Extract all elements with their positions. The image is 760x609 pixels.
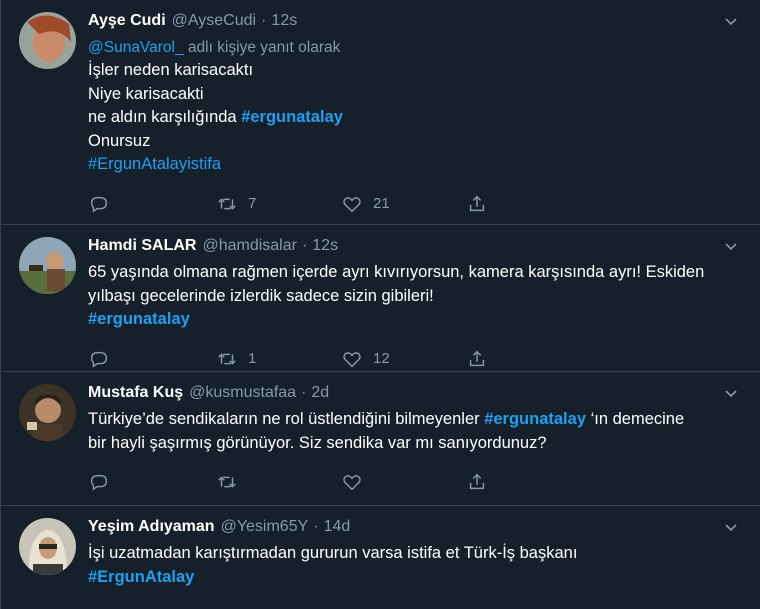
like-count: 21 <box>373 195 390 212</box>
heart-icon <box>343 351 361 367</box>
hashtag-link[interactable]: #ergunatalay <box>241 108 343 126</box>
user-handle[interactable]: @AyseCudi <box>172 12 256 30</box>
tweet-line: bir hayli şaşırmış görünüyor. Siz sendik… <box>88 433 547 452</box>
display-name[interactable]: Hamdi SALAR <box>88 237 196 255</box>
tweet-line-text: ne aldın karşılığında <box>88 108 242 126</box>
separator-dot: · <box>313 518 319 535</box>
tweet-actions: 7 21 <box>88 181 746 227</box>
tweet-text: 65 yaşında olmana rağmen içerde ayrı kıv… <box>88 261 746 332</box>
chevron-down-icon[interactable] <box>724 14 738 28</box>
tweet[interactable]: Mustafa Kuş @kusmustafaa · 2d Türkiye’de… <box>1 372 760 506</box>
tweet-line: Türkiye’de sendikaların ne rol üstlendiğ… <box>88 408 746 432</box>
avatar[interactable] <box>19 384 76 441</box>
chevron-down-icon[interactable] <box>724 520 738 534</box>
tweet[interactable]: Yeşim Adıyaman @Yesim65Y · 14d İşi uzatm… <box>1 506 760 609</box>
tweet-header: Hamdi SALAR @hamdisalar · 12s <box>88 237 746 261</box>
user-handle[interactable]: @hamdisalar <box>202 237 297 255</box>
timestamp[interactable]: 14d <box>324 518 351 536</box>
avatar[interactable] <box>19 237 76 294</box>
tweet[interactable]: Ayşe Cudi @AyseCudi · 12s @SunaVarol_ ad… <box>1 0 760 225</box>
share-button[interactable] <box>466 348 591 370</box>
retweet-button[interactable]: 7 <box>216 193 341 215</box>
tweet-line-text: Türkiye’de sendikaların ne rol üstlendiğ… <box>88 410 485 428</box>
avatar[interactable] <box>19 12 76 69</box>
reply-mention-link[interactable]: @SunaVarol_ <box>88 39 184 56</box>
reply-button[interactable] <box>88 348 216 370</box>
hashtag-link[interactable]: #ErgunAtalayistifa <box>88 155 221 173</box>
like-button[interactable] <box>341 471 466 493</box>
share-icon <box>469 195 485 211</box>
retweet-button[interactable] <box>216 471 341 493</box>
tweet[interactable]: Hamdi SALAR @hamdisalar · 12s 65 yaşında… <box>1 225 760 372</box>
tweet-line: İşler neden karisacaktı <box>88 61 254 79</box>
heart-icon <box>343 475 361 491</box>
tweet-line: İşi uzatmadan karıştırmadan gururun vars… <box>88 544 578 562</box>
reply-button[interactable] <box>88 471 216 493</box>
chevron-down-icon[interactable] <box>724 386 738 400</box>
retweet-icon <box>218 352 236 365</box>
like-button[interactable]: 21 <box>341 193 466 215</box>
separator-dot: · <box>301 237 308 254</box>
like-button[interactable]: 12 <box>341 348 466 370</box>
tweet-header: Yeşim Adıyaman @Yesim65Y · 14d <box>88 518 746 542</box>
timestamp[interactable]: 12s <box>271 12 297 30</box>
tweet-line-text: ‘ın demecine <box>586 410 685 428</box>
display-name[interactable]: Ayşe Cudi <box>88 12 166 30</box>
retweet-count: 1 <box>248 350 257 367</box>
tweet-header: Ayşe Cudi @AyseCudi · 12s <box>88 12 746 36</box>
tweet-feed: Ayşe Cudi @AyseCudi · 12s @SunaVarol_ ad… <box>0 0 760 609</box>
tweet-line: 65 yaşında olmana rağmen içerde ayrı kıv… <box>88 263 705 281</box>
like-count: 12 <box>373 350 390 367</box>
share-icon <box>469 350 485 366</box>
timestamp[interactable]: 2d <box>311 384 329 402</box>
hashtag-link[interactable]: #ErgunAtalay <box>88 568 194 586</box>
timestamp[interactable]: 12s <box>312 237 338 255</box>
share-icon <box>469 473 485 490</box>
hashtag-link[interactable]: #ergunatalay <box>484 410 586 428</box>
tweet-line: Niye karisacakti <box>88 84 204 103</box>
chevron-down-icon[interactable] <box>724 239 738 253</box>
tweet-text: İşi uzatmadan karıştırmadan gururun vars… <box>88 542 746 589</box>
display-name[interactable]: Yeşim Adıyaman <box>88 518 215 536</box>
tweet-line: Onursuz <box>88 131 151 150</box>
retweet-icon <box>218 476 236 488</box>
heart-icon <box>343 196 361 212</box>
share-button[interactable] <box>466 193 591 215</box>
tweet-line: ne aldın karşılığında #ergunatalay <box>88 106 746 130</box>
retweet-button[interactable]: 1 <box>216 348 341 370</box>
user-handle[interactable]: @Yesim65Y <box>221 518 309 536</box>
display-name[interactable]: Mustafa Kuş <box>88 384 183 402</box>
reply-icon <box>90 474 108 491</box>
user-handle[interactable]: @kusmustafaa <box>189 384 296 402</box>
reply-icon <box>90 196 108 213</box>
tweet-header: Mustafa Kuş @kusmustafaa · 2d <box>88 384 746 408</box>
hashtag-link[interactable]: #ergunatalay <box>88 310 190 328</box>
share-button[interactable] <box>466 471 591 493</box>
reply-icon <box>90 351 108 368</box>
retweet-icon <box>218 197 236 210</box>
tweet-actions <box>88 459 746 505</box>
reply-context: @SunaVarol_ adlı kişiye yanıt olarak <box>88 37 746 59</box>
retweet-count: 7 <box>248 195 257 212</box>
reply-suffix: adlı kişiye yanıt olarak <box>183 39 341 56</box>
avatar[interactable] <box>19 518 76 575</box>
tweet-line: yılbaşı gecelerinde izlerdik sadece sizi… <box>88 286 434 305</box>
reply-button[interactable] <box>88 193 216 215</box>
separator-dot: · <box>261 12 267 29</box>
tweet-text: Türkiye’de sendikaların ne rol üstlendiğ… <box>88 408 746 455</box>
separator-dot: · <box>301 384 307 401</box>
tweet-text: İşler neden karisacaktı Niye karisacakti… <box>88 59 746 177</box>
